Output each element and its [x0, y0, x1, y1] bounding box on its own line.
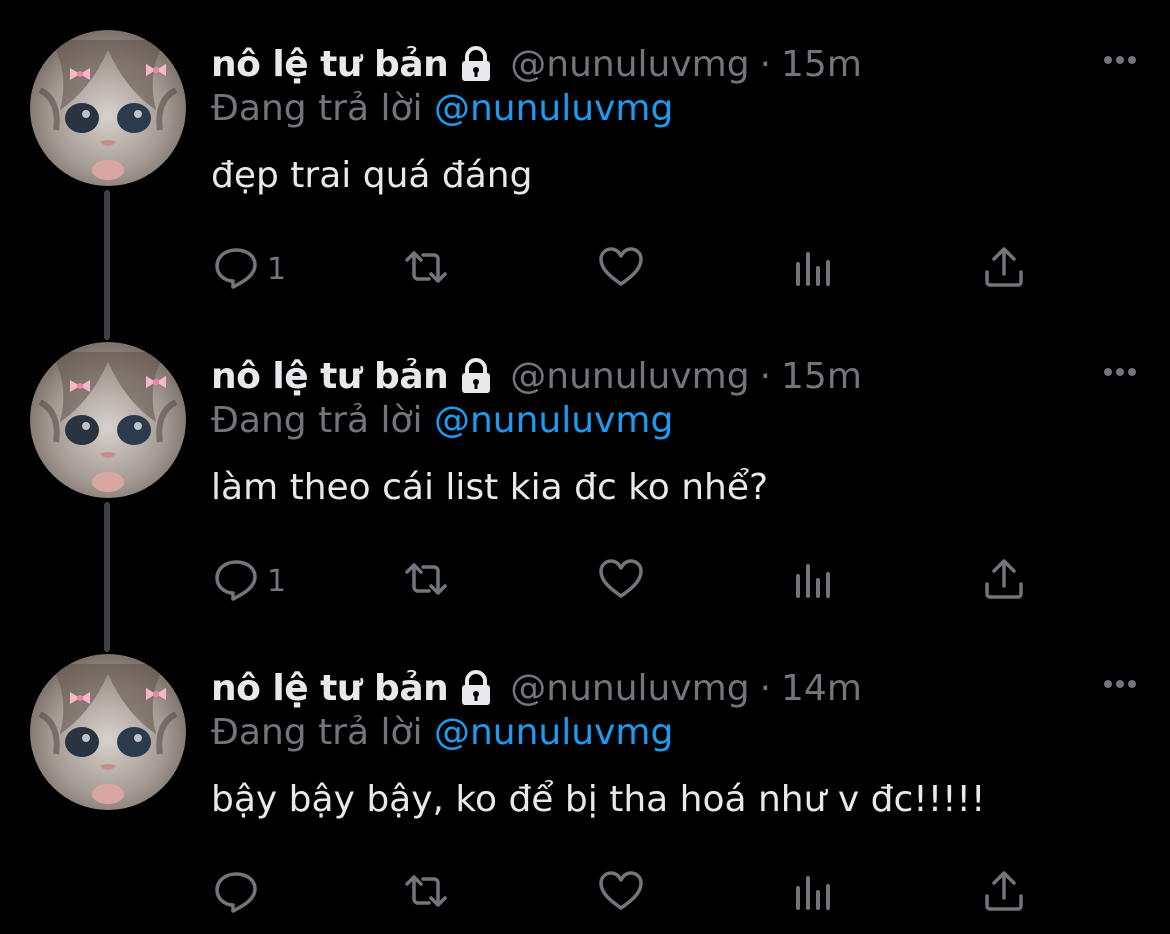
share-icon — [979, 554, 1029, 608]
replying-to-label: Đang trả lời — [211, 88, 423, 129]
retweet-icon — [401, 866, 451, 920]
timestamp[interactable]: 14m — [781, 668, 862, 709]
avatar[interactable] — [30, 342, 186, 498]
separator-dot: · — [759, 355, 772, 397]
views-icon — [789, 554, 839, 608]
heart-icon — [596, 242, 646, 296]
views-button[interactable] — [789, 867, 839, 919]
share-icon — [979, 242, 1029, 296]
display-name[interactable]: nô lệ tư bản — [211, 668, 449, 709]
retweet-button[interactable] — [401, 243, 451, 295]
lock-icon — [456, 668, 496, 708]
replying-to-handle[interactable]: @nunuluvmg — [434, 400, 673, 441]
action-bar: 1 — [211, 243, 1051, 295]
replying-to: Đang trả lời @nunuluvmg — [211, 400, 673, 450]
timestamp[interactable]: 15m — [781, 356, 862, 397]
share-button[interactable] — [979, 243, 1029, 295]
timestamp[interactable]: 15m — [781, 44, 862, 85]
display-name[interactable]: nô lệ tư bản — [211, 44, 449, 85]
display-name[interactable]: nô lệ tư bản — [211, 356, 449, 397]
share-button[interactable] — [979, 555, 1029, 607]
heart-icon — [596, 554, 646, 608]
reply-count: 1 — [267, 563, 287, 599]
lock-icon — [456, 356, 496, 396]
reply-button[interactable] — [211, 867, 267, 919]
like-button[interactable] — [596, 243, 646, 295]
tweet-text: đẹp trai quá đáng — [211, 155, 533, 196]
replying-to-label: Đang trả lời — [211, 400, 423, 441]
tweet-text: bậy bậy bậy, ko để bị tha hoá như v đc!!… — [211, 779, 986, 820]
tweet[interactable]: nô lệ tư bản @nunuluvmg · 15m Đang trả l… — [0, 0, 1170, 312]
tweet[interactable]: nô lệ tư bản @nunuluvmg · 14m Đang trả l… — [0, 624, 1170, 934]
share-icon — [979, 866, 1029, 920]
tweet-header: nô lệ tư bản @nunuluvmg · 14m — [211, 662, 862, 714]
more-icon[interactable] — [1100, 672, 1140, 696]
replying-to: Đang trả lời @nunuluvmg — [211, 712, 673, 762]
like-button[interactable] — [596, 555, 646, 607]
retweet-icon — [401, 242, 451, 296]
lock-icon — [456, 44, 496, 84]
separator-dot: · — [759, 43, 772, 85]
retweet-button[interactable] — [401, 555, 451, 607]
retweet-button[interactable] — [401, 867, 451, 919]
replying-to-handle[interactable]: @nunuluvmg — [434, 88, 673, 129]
views-button[interactable] — [789, 243, 839, 295]
replying-to-label: Đang trả lời — [211, 712, 423, 753]
more-icon[interactable] — [1100, 48, 1140, 72]
avatar[interactable] — [30, 30, 186, 186]
action-bar — [211, 867, 1051, 919]
views-button[interactable] — [789, 555, 839, 607]
reply-button[interactable]: 1 — [211, 555, 286, 607]
like-button[interactable] — [596, 867, 646, 919]
reply-icon — [211, 242, 261, 296]
user-handle[interactable]: @nunuluvmg — [510, 668, 749, 709]
tweet-header: nô lệ tư bản @nunuluvmg · 15m — [211, 38, 862, 90]
reply-count: 1 — [267, 251, 287, 287]
retweet-icon — [401, 554, 451, 608]
views-icon — [789, 242, 839, 296]
heart-icon — [596, 866, 646, 920]
reply-button[interactable]: 1 — [211, 243, 286, 295]
reply-icon — [211, 554, 261, 608]
tweet-header: nô lệ tư bản @nunuluvmg · 15m — [211, 350, 862, 402]
user-handle[interactable]: @nunuluvmg — [510, 44, 749, 85]
more-icon[interactable] — [1100, 360, 1140, 384]
avatar[interactable] — [30, 654, 186, 810]
reply-icon — [211, 866, 261, 920]
share-button[interactable] — [979, 867, 1029, 919]
replying-to-handle[interactable]: @nunuluvmg — [434, 712, 673, 753]
replying-to: Đang trả lời @nunuluvmg — [211, 88, 673, 138]
action-bar: 1 — [211, 555, 1051, 607]
thread: nô lệ tư bản @nunuluvmg · 15m Đang trả l… — [0, 0, 1170, 934]
separator-dot: · — [759, 667, 772, 709]
tweet-text: làm theo cái list kia đc ko nhể? — [211, 467, 769, 508]
user-handle[interactable]: @nunuluvmg — [510, 356, 749, 397]
tweet[interactable]: nô lệ tư bản @nunuluvmg · 15m Đang trả l… — [0, 312, 1170, 624]
views-icon — [789, 866, 839, 920]
